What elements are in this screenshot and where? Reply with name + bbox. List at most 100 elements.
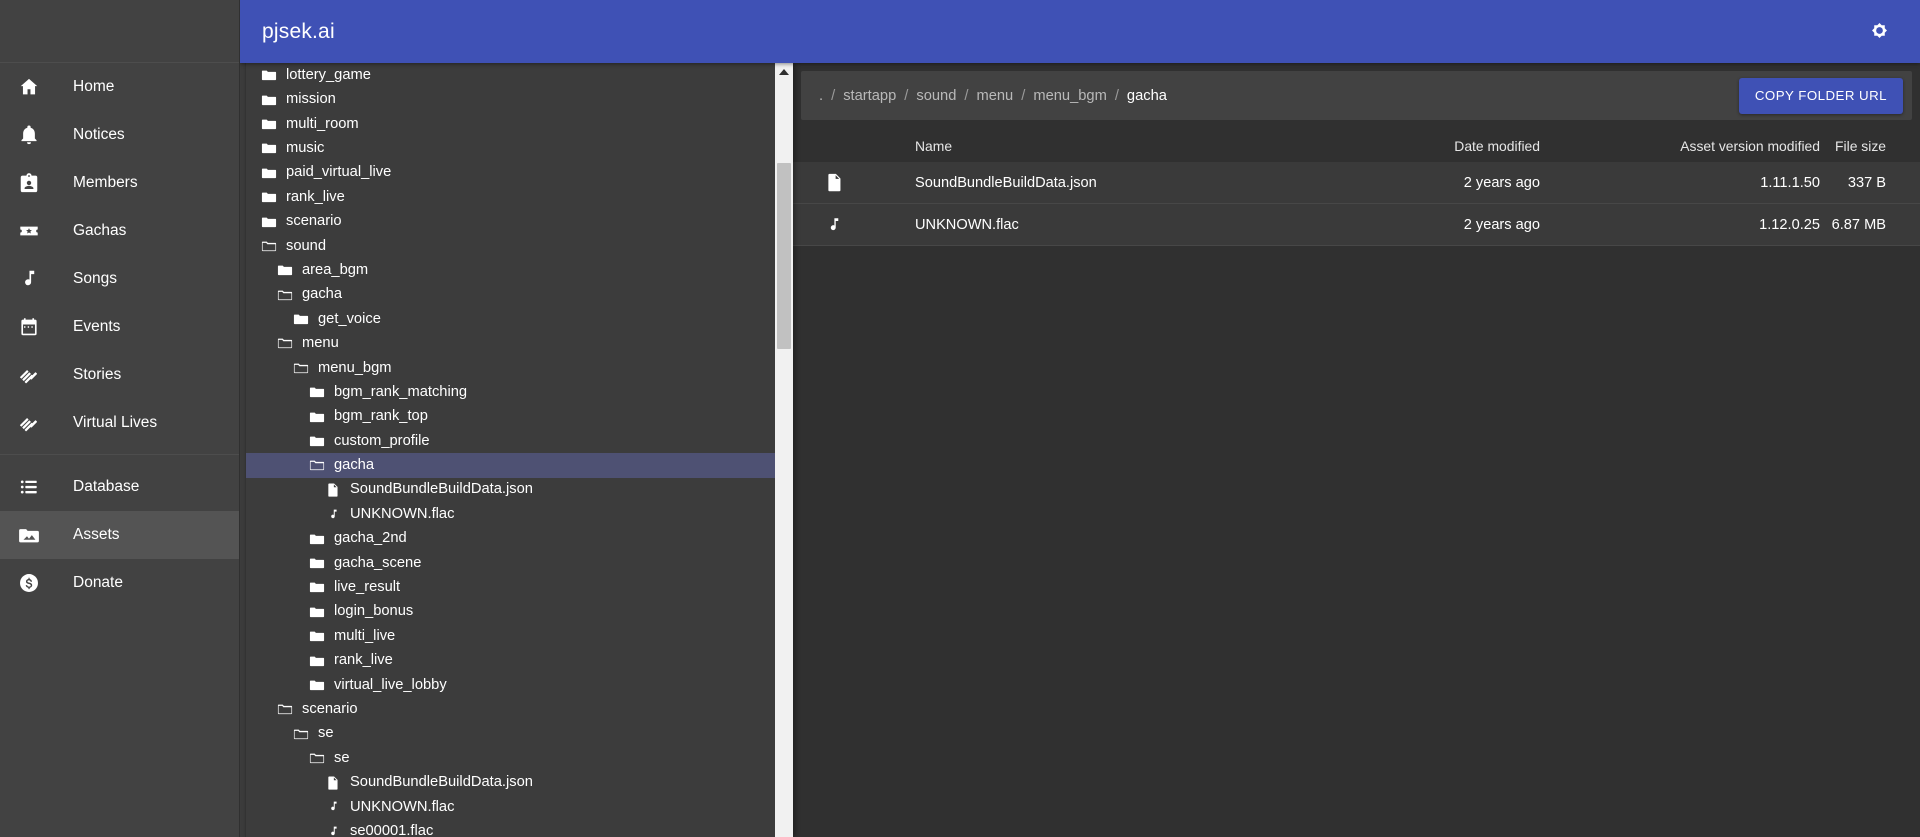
- tree-node-label: multi_room: [286, 117, 359, 132]
- tree-folder-node[interactable]: multi_room: [246, 112, 775, 136]
- tree-folder-node[interactable]: gacha_scene: [246, 551, 775, 575]
- sidebar-item-songs[interactable]: Songs: [0, 255, 239, 303]
- folder-open-icon: [292, 359, 310, 377]
- tree-folder-node[interactable]: se: [246, 746, 775, 770]
- column-header-file-size[interactable]: File size: [1820, 138, 1920, 154]
- tree-folder-node[interactable]: get_voice: [246, 307, 775, 331]
- tree-folder-node[interactable]: menu_bgm: [246, 356, 775, 380]
- tree-folder-node[interactable]: gacha: [246, 453, 775, 477]
- tree-folder-node[interactable]: gacha_2nd: [246, 526, 775, 550]
- folder-closed-icon: [308, 530, 326, 548]
- column-header-name[interactable]: Name: [875, 138, 1290, 154]
- home-icon: [17, 75, 41, 99]
- tree-file-node[interactable]: SoundBundleBuildData.json: [246, 770, 775, 794]
- tree-file-node[interactable]: UNKNOWN.flac: [246, 795, 775, 819]
- tree-folder-node[interactable]: lottery_game: [246, 63, 775, 87]
- table-row[interactable]: SoundBundleBuildData.json2 years ago1.11…: [793, 162, 1920, 204]
- tree-node-label: se00001.flac: [350, 824, 433, 837]
- app-bar-actions: [1858, 11, 1900, 53]
- folder-closed-icon: [260, 188, 278, 206]
- table-row[interactable]: UNKNOWN.flac2 years ago1.12.0.256.87 MB: [793, 204, 1920, 246]
- breadcrumb: ./startapp/sound/menu/menu_bgm/gacha: [819, 88, 1167, 104]
- file-json-icon: [324, 774, 342, 792]
- folder-closed-icon: [308, 603, 326, 621]
- content-area: ./startapp/sound/menu/menu_bgm/gacha COP…: [793, 63, 1920, 837]
- breadcrumb-item-startapp[interactable]: startapp: [843, 88, 896, 104]
- copy-folder-url-button[interactable]: COPY FOLDER URL: [1739, 78, 1903, 114]
- tree-scrollbar[interactable]: [775, 63, 793, 837]
- folder-open-icon: [292, 725, 310, 743]
- sidebar-item-gachas[interactable]: Gachas: [0, 207, 239, 255]
- tree-node-label: menu_bgm: [318, 361, 391, 376]
- folder-closed-icon: [260, 115, 278, 133]
- breadcrumb-item-menu[interactable]: menu: [976, 88, 1013, 104]
- ticket-star-icon: [17, 219, 41, 243]
- sidebar-item-assets[interactable]: Assets: [0, 511, 239, 559]
- tree-folder-node[interactable]: custom_profile: [246, 429, 775, 453]
- folder-closed-icon: [308, 554, 326, 572]
- tree-folder-node[interactable]: virtual_live_lobby: [246, 673, 775, 697]
- tree-folder-node[interactable]: login_bonus: [246, 600, 775, 624]
- tree-folder-node[interactable]: mission: [246, 87, 775, 111]
- folder-open-icon: [308, 456, 326, 474]
- folder-open-icon: [260, 237, 278, 255]
- tree-node-label: bgm_rank_top: [334, 409, 428, 424]
- sidebar-item-label: Notices: [73, 127, 125, 143]
- tree-node-label: get_voice: [318, 312, 381, 327]
- music-note-icon: [324, 505, 342, 523]
- tree-folder-node[interactable]: scenario: [246, 209, 775, 233]
- tree-node-label: scenario: [286, 214, 342, 229]
- tree-node-label: mission: [286, 92, 336, 107]
- sidebar-item-label: Assets: [73, 527, 120, 543]
- folder-closed-icon: [308, 652, 326, 670]
- tree-node-label: gacha_scene: [334, 556, 421, 571]
- brightness-settings-button[interactable]: [1858, 11, 1900, 53]
- tree-file-node[interactable]: se00001.flac: [246, 819, 775, 837]
- column-header-date-modified[interactable]: Date modified: [1290, 138, 1540, 154]
- sidebar-item-members[interactable]: Members: [0, 159, 239, 207]
- tree-node-label: live_result: [334, 580, 400, 595]
- sidebar-item-home[interactable]: Home: [0, 63, 239, 111]
- breadcrumb-item-sound[interactable]: sound: [916, 88, 956, 104]
- tree-folder-node[interactable]: menu: [246, 331, 775, 355]
- tree-node-label: SoundBundleBuildData.json: [350, 482, 533, 497]
- tree-folder-node[interactable]: gacha: [246, 283, 775, 307]
- folder-open-icon: [308, 749, 326, 767]
- sidebar-item-database[interactable]: Database: [0, 463, 239, 511]
- sidebar-item-label: Events: [73, 319, 120, 335]
- sidebar-item-notices[interactable]: Notices: [0, 111, 239, 159]
- breadcrumb-item-menu_bgm[interactable]: menu_bgm: [1033, 88, 1106, 104]
- sidebar-item-donate[interactable]: Donate: [0, 559, 239, 607]
- tree-file-node[interactable]: UNKNOWN.flac: [246, 502, 775, 526]
- tree-folder-node[interactable]: bgm_rank_top: [246, 404, 775, 428]
- tree-folder-node[interactable]: live_result: [246, 575, 775, 599]
- tree-node-label: paid_virtual_live: [286, 165, 391, 180]
- tree-folder-node[interactable]: area_bgm: [246, 258, 775, 282]
- brightness-settings-icon: [1868, 19, 1891, 45]
- folder-open-icon: [276, 700, 294, 718]
- sidebar-item-stories[interactable]: Stories: [0, 351, 239, 399]
- sidebar-item-events[interactable]: Events: [0, 303, 239, 351]
- folder-open-icon: [276, 286, 294, 304]
- tree-folder-node[interactable]: sound: [246, 234, 775, 258]
- tree-folder-node[interactable]: music: [246, 136, 775, 160]
- scroll-up-arrow-icon[interactable]: [775, 63, 793, 81]
- tree-folder-node[interactable]: rank_live: [246, 648, 775, 672]
- tree-folder-node[interactable]: paid_virtual_live: [246, 161, 775, 185]
- tree-node-label: menu: [302, 336, 339, 351]
- tree-node-label: scenario: [302, 702, 358, 717]
- cell-name: SoundBundleBuildData.json: [875, 175, 1290, 191]
- cell-file-size: 337 B: [1820, 175, 1920, 191]
- sidebar-item-virtual-lives[interactable]: Virtual Lives: [0, 399, 239, 447]
- tree-folder-node[interactable]: scenario: [246, 697, 775, 721]
- tree-folder-node[interactable]: rank_live: [246, 185, 775, 209]
- breadcrumb-separator: /: [896, 88, 916, 104]
- column-header-asset-version-modified[interactable]: Asset version modified: [1540, 138, 1820, 154]
- sidebar-header: [0, 0, 239, 63]
- tree-folder-node[interactable]: multi_live: [246, 624, 775, 648]
- tree-scrollbar-thumb[interactable]: [777, 163, 791, 349]
- tree-folder-node[interactable]: se: [246, 722, 775, 746]
- tree-file-node[interactable]: SoundBundleBuildData.json: [246, 478, 775, 502]
- tree-folder-node[interactable]: bgm_rank_matching: [246, 380, 775, 404]
- tree-node-label: gacha: [302, 287, 342, 302]
